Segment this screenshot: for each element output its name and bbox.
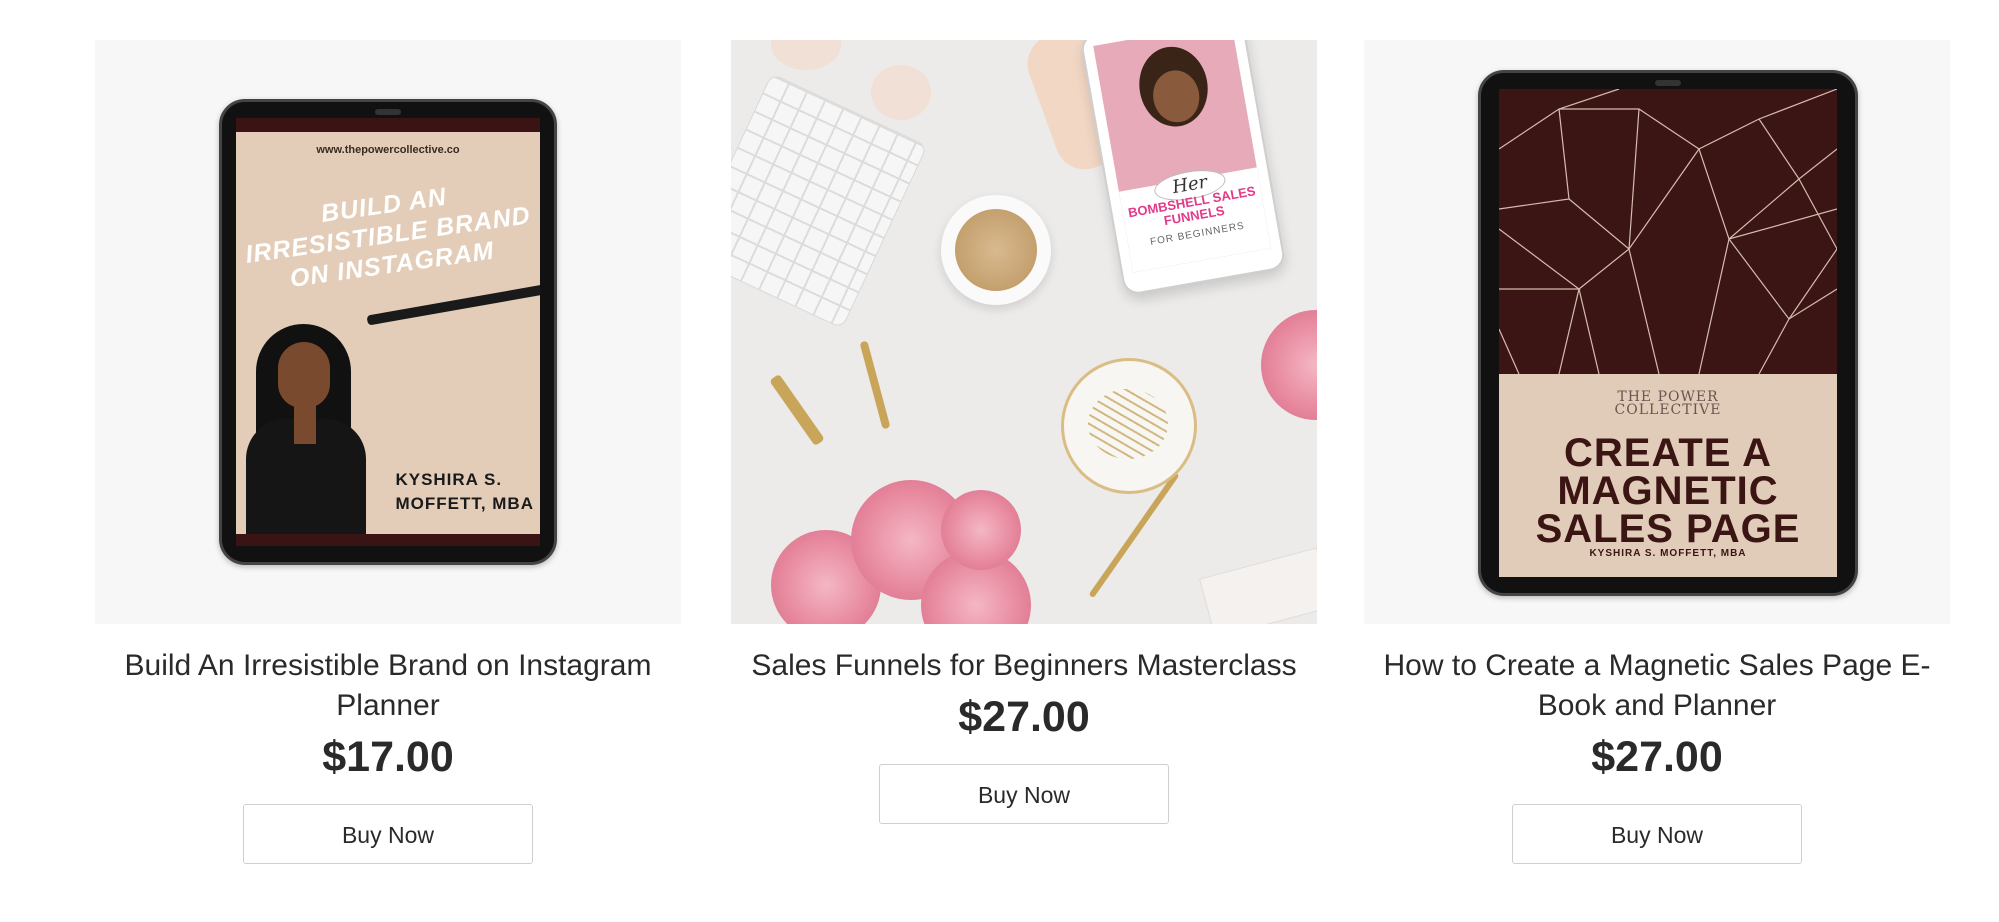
ebook-cover: THE POWER COLLECTIVE CREATE A MAGNETIC S… (1499, 89, 1837, 577)
tablet-mockup: THE POWER COLLECTIVE CREATE A MAGNETIC S… (1478, 70, 1858, 596)
product-image[interactable]: www.thepowercollective.co BUILD AN IRRES… (95, 40, 681, 624)
phone-cover-text: Her BOMBSHELL SALES FUNNELS FOR BEGINNER… (1118, 165, 1272, 273)
cover-brand: THE POWER COLLECTIVE (1499, 390, 1837, 418)
product-title[interactable]: Sales Funnels for Beginners Masterclass (741, 646, 1307, 686)
author-face (278, 342, 330, 408)
cover-headline-line: MAGNETIC (1557, 469, 1779, 513)
ebook-cover: www.thepowercollective.co BUILD AN IRRES… (236, 118, 540, 546)
product-price: $27.00 (958, 693, 1090, 741)
brush-stroke (366, 284, 540, 326)
cover-headline: BUILD AN IRRESISTIBLE BRAND ON INSTAGRAM (236, 169, 540, 300)
author-photo (246, 324, 366, 534)
coffee-cup (941, 195, 1051, 305)
coffee (955, 209, 1037, 291)
cover-headline-line: SALES PAGE (1535, 507, 1801, 551)
tray (1199, 547, 1317, 624)
product-image[interactable]: Her BOMBSHELL SALES FUNNELS FOR BEGINNER… (731, 40, 1317, 624)
geometric-lines (1499, 89, 1837, 374)
cover-url: www.thepowercollective.co (316, 144, 460, 156)
pink-rose (941, 490, 1021, 570)
product-image[interactable]: THE POWER COLLECTIVE CREATE A MAGNETIC S… (1364, 40, 1950, 624)
macaron (771, 40, 841, 70)
product-grid: www.thepowercollective.co BUILD AN IRRES… (0, 0, 1999, 922)
product-card: Her BOMBSHELL SALES FUNNELS FOR BEGINNER… (731, 40, 1317, 824)
buy-now-button[interactable]: Buy Now (243, 804, 533, 864)
phone-screen: Her BOMBSHELL SALES FUNNELS FOR BEGINNER… (1093, 40, 1272, 273)
tablet-camera (1655, 80, 1681, 86)
geometric-pattern (1499, 89, 1837, 374)
author-neck (294, 404, 316, 444)
product-price: $27.00 (1591, 733, 1723, 781)
buy-now-button[interactable]: Buy Now (879, 764, 1169, 824)
gold-pen (859, 340, 891, 430)
product-card: THE POWER COLLECTIVE CREATE A MAGNETIC S… (1364, 40, 1950, 864)
gold-pen (769, 373, 825, 447)
cover-author: KYSHIRA S. MOFFETT, MBA (395, 468, 534, 516)
macaron (871, 65, 931, 120)
paperclip-dish (1061, 358, 1197, 494)
phone-mockup: Her BOMBSHELL SALES FUNNELS FOR BEGINNER… (1079, 40, 1287, 297)
tablet-mockup: www.thepowercollective.co BUILD AN IRRES… (219, 99, 557, 565)
tablet-camera (375, 109, 401, 115)
pink-rose (1261, 310, 1317, 420)
cover-bottom-bar (236, 534, 540, 546)
roses-bouquet (771, 480, 1031, 624)
cover-author: KYSHIRA S. MOFFETT, MBA (1589, 548, 1747, 559)
product-title[interactable]: Build An Irresistible Brand on Instagram… (105, 646, 671, 726)
paperclips (1088, 389, 1168, 459)
product-card: www.thepowercollective.co BUILD AN IRRES… (95, 40, 681, 864)
cover-brand-line: COLLECTIVE (1614, 402, 1722, 418)
cover-author-line: KYSHIRA S. (395, 470, 503, 489)
product-title[interactable]: How to Create a Magnetic Sales Page E-Bo… (1374, 646, 1940, 726)
product-price: $17.00 (322, 733, 454, 781)
buy-now-button[interactable]: Buy Now (1512, 804, 1802, 864)
cover-author-line: MOFFETT, MBA (395, 494, 534, 513)
cover-headline-line: CREATE A (1564, 431, 1772, 475)
cover-headline: CREATE A MAGNETIC SALES PAGE (1499, 431, 1837, 551)
cover-top-bar (236, 118, 540, 132)
